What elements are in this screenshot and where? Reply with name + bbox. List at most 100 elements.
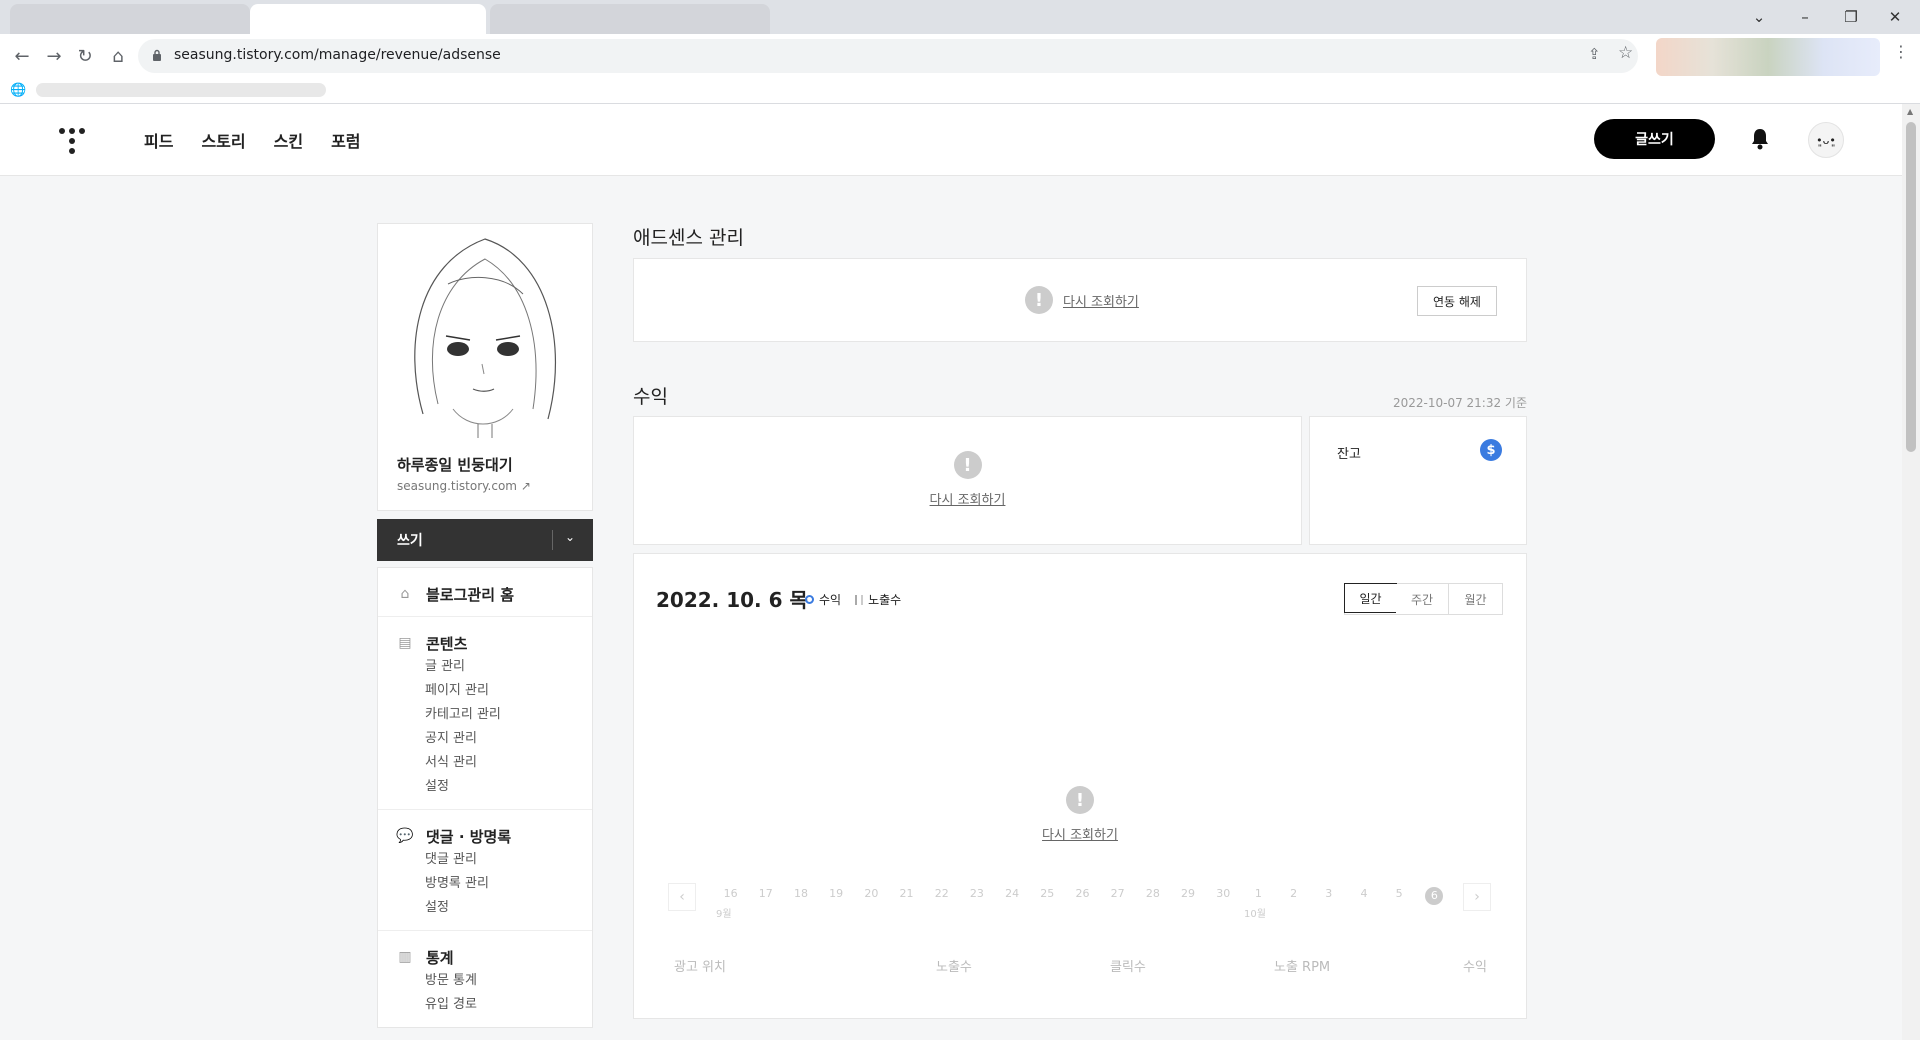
day-item[interactable]: 21: [889, 887, 924, 905]
day-item[interactable]: 27: [1100, 887, 1135, 905]
menu-item-categories[interactable]: 카테고리 관리: [378, 703, 592, 727]
tab-monthly[interactable]: 월간: [1449, 584, 1502, 614]
month-label-oct: 10월: [1244, 909, 1266, 920]
browser-tab[interactable]: [490, 4, 770, 34]
bookmark-star-icon[interactable]: ☆: [1618, 43, 1633, 63]
day-item[interactable]: 5: [1382, 887, 1417, 905]
retry-link[interactable]: 다시 조회하기: [1042, 824, 1118, 843]
day-item[interactable]: 3: [1311, 887, 1346, 905]
browser-tab-active[interactable]: [250, 4, 486, 34]
nav-forum[interactable]: 포럼: [331, 128, 360, 152]
browser-tab[interactable]: [10, 4, 250, 34]
bar-chart-icon: ▥: [398, 949, 412, 965]
exclamation-icon: !: [1025, 286, 1053, 314]
day-item[interactable]: 29: [1170, 887, 1205, 905]
menu-head-contents[interactable]: ▤ 콘텐츠: [378, 631, 592, 655]
document-icon: ▤: [398, 635, 412, 651]
share-icon[interactable]: ⇪: [1588, 45, 1601, 63]
menu-item-posts[interactable]: 글 관리: [378, 655, 592, 679]
write-bar-label: 쓰기: [397, 533, 423, 549]
menu-kebab-icon[interactable]: ⋮: [1893, 42, 1909, 61]
day-label: 16: [723, 887, 738, 900]
menu-item-pages[interactable]: 페이지 관리: [378, 679, 592, 703]
menu-item-guestbook[interactable]: 방명록 관리: [378, 872, 592, 896]
day-item[interactable]: 4: [1346, 887, 1381, 905]
write-dropdown[interactable]: 쓰기 ⌄: [377, 519, 593, 561]
chevron-down-icon[interactable]: ⌄: [565, 530, 575, 544]
menu-head-comments[interactable]: 💬 댓글 · 방명록: [378, 824, 592, 848]
menu-item-content-settings[interactable]: 설정: [378, 775, 592, 799]
blog-profile-image[interactable]: [378, 224, 592, 438]
extensions-area[interactable]: [1656, 38, 1880, 76]
day-label: 28: [1145, 887, 1160, 900]
menu-item-notices[interactable]: 공지 관리: [378, 727, 592, 751]
day-item[interactable]: 24: [995, 887, 1030, 905]
blog-profile-card: 하루종일 빈둥대기 seasung.tistory.com ↗: [377, 223, 593, 511]
day-item[interactable]: 18: [783, 887, 818, 905]
tab-search-icon[interactable]: ⌄: [1748, 6, 1770, 28]
day-item-selected[interactable]: 6: [1417, 887, 1452, 905]
menu-item-templates[interactable]: 서식 관리: [378, 751, 592, 775]
column-revenue: 수익: [1463, 960, 1487, 975]
page-scrollbar[interactable]: ▲: [1902, 104, 1920, 1040]
day-item[interactable]: 19: [819, 887, 854, 905]
forward-icon[interactable]: →: [40, 42, 68, 70]
day-item[interactable]: 23: [959, 887, 994, 905]
write-post-button[interactable]: 글쓰기: [1594, 119, 1715, 159]
nav-skin[interactable]: 스킨: [274, 128, 303, 152]
menu-head-stats[interactable]: ▥ 통계: [378, 945, 592, 969]
day-label: 3: [1325, 887, 1333, 900]
day-item[interactable]: 20: [854, 887, 889, 905]
minimize-icon[interactable]: –: [1794, 6, 1816, 28]
day-item[interactable]: 28: [1135, 887, 1170, 905]
blog-url-link[interactable]: seasung.tistory.com ↗: [397, 479, 531, 493]
menu-item-comment-settings[interactable]: 설정: [378, 896, 592, 920]
menu-item-comments[interactable]: 댓글 관리: [378, 848, 592, 872]
column-clicks: 클릭수: [1110, 960, 1146, 975]
exclamation-icon: !: [1066, 786, 1094, 814]
restore-icon[interactable]: ❐: [1840, 6, 1862, 28]
chevron-left-icon[interactable]: ‹: [668, 883, 696, 911]
scroll-up-icon[interactable]: ▲: [1907, 107, 1913, 116]
menu-section-contents: ▤ 콘텐츠 글 관리 페이지 관리 카테고리 관리 공지 관리 서식 관리 설정: [378, 617, 592, 810]
menu-item-referrers[interactable]: 유입 경로: [378, 993, 592, 1017]
day-item[interactable]: 22: [924, 887, 959, 905]
legend-revenue: 수익: [805, 591, 841, 608]
chevron-right-icon[interactable]: ›: [1463, 883, 1491, 911]
bookmark-item[interactable]: [36, 83, 327, 97]
back-icon[interactable]: ←: [8, 42, 36, 70]
day-item[interactable]: 1: [1241, 887, 1276, 905]
nav-story[interactable]: 스토리: [201, 128, 245, 152]
day-item[interactable]: 17: [748, 887, 783, 905]
menu-head-home[interactable]: ⌂ 블로그관리 홈: [378, 582, 592, 606]
day-item[interactable]: 26: [1065, 887, 1100, 905]
scroll-thumb[interactable]: [1906, 122, 1916, 452]
day-label: 21: [899, 887, 914, 900]
address-bar[interactable]: seasung.tistory.com/manage/revenue/adsen…: [138, 39, 1638, 73]
day-item[interactable]: 30: [1206, 887, 1241, 905]
globe-icon[interactable]: 🌐: [10, 83, 26, 98]
retry-link[interactable]: 다시 조회하기: [1063, 291, 1139, 310]
blog-title: 하루종일 빈둥대기: [397, 456, 513, 474]
home-icon[interactable]: ⌂: [104, 42, 132, 70]
tab-daily[interactable]: 일간: [1344, 583, 1397, 613]
tistory-logo-icon[interactable]: [58, 126, 86, 156]
nav-feed[interactable]: 피드: [144, 128, 173, 152]
bell-icon[interactable]: [1749, 127, 1771, 151]
menu-section-home: ⌂ 블로그관리 홈: [378, 568, 592, 617]
avatar[interactable]: •͈ᴗ•͈: [1808, 122, 1844, 158]
reload-icon[interactable]: ↻: [71, 42, 99, 70]
unlink-button[interactable]: 연동 해제: [1417, 286, 1497, 316]
day-label: 23: [969, 887, 984, 900]
menu-item-visit-stats[interactable]: 방문 통계: [378, 969, 592, 993]
day-item[interactable]: 25: [1030, 887, 1065, 905]
legend-label: 노출수: [868, 593, 902, 607]
day-item[interactable]: 2: [1276, 887, 1311, 905]
revenue-row: ! 다시 조회하기 잔고 $: [633, 416, 1527, 545]
day-item[interactable]: 16: [713, 887, 748, 905]
day-label: 20: [864, 887, 879, 900]
tab-weekly[interactable]: 주간: [1396, 584, 1449, 614]
close-icon[interactable]: ✕: [1884, 6, 1906, 28]
day-label: 25: [1040, 887, 1055, 900]
retry-link[interactable]: 다시 조회하기: [930, 489, 1006, 508]
